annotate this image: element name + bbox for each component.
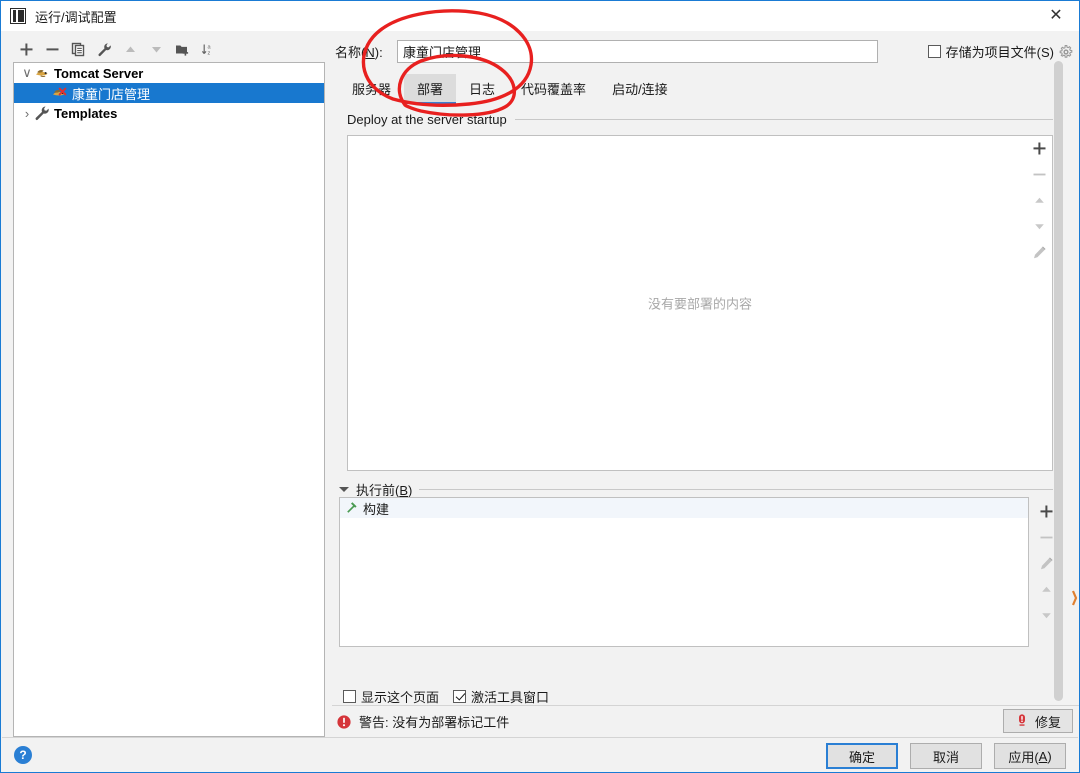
configurations-tree[interactable]: ∨ Tomcat Server 康童门店管理 › Templates: [13, 62, 325, 737]
fix-button[interactable]: 修复: [1002, 709, 1073, 733]
arrow-down-icon: [1034, 223, 1044, 229]
intellij-idea-icon: [10, 8, 26, 24]
deploy-edit-button[interactable]: [1026, 239, 1052, 265]
deploy-group-title: Deploy at the server startup: [347, 111, 507, 127]
tab-startup-connection[interactable]: 启动/连接: [599, 74, 681, 102]
chevron-right-icon[interactable]: ›: [20, 106, 34, 121]
folder-add-icon: [175, 45, 188, 56]
tomcat-icon: [34, 65, 50, 81]
store-as-project-file-label: 存储为项目文件(S): [945, 45, 1054, 60]
divider: [514, 118, 1053, 120]
copy-configuration-button[interactable]: [65, 37, 91, 61]
show-this-page-option[interactable]: 显示这个页面: [343, 687, 439, 706]
sort-configurations-button[interactable]: a z: [195, 37, 221, 61]
tree-node-templates[interactable]: › Templates: [14, 103, 324, 123]
move-down-button[interactable]: [143, 37, 169, 61]
activate-tool-window-label: 激活工具窗口: [471, 690, 550, 705]
deploy-group-header: Deploy at the server startup: [347, 111, 1053, 127]
tab-code-coverage[interactable]: 代码覆盖率: [508, 74, 599, 102]
divider: [419, 489, 1053, 490]
pencil-icon: [1040, 556, 1053, 569]
ok-button[interactable]: 确定: [826, 743, 898, 769]
activate-tool-window-checkbox[interactable]: [453, 690, 467, 703]
chevron-down-icon[interactable]: [339, 487, 349, 492]
arrow-up-icon: [125, 46, 135, 52]
bottom-options: 显示这个页面 激活工具窗口: [343, 687, 549, 706]
chevron-down-icon[interactable]: ∨: [20, 65, 34, 80]
minus-icon: [46, 47, 58, 50]
plus-icon: [1033, 142, 1045, 154]
store-as-project-file-option: 存储为项目文件(S): [927, 42, 1073, 61]
show-this-page-checkbox[interactable]: [343, 690, 356, 703]
close-icon[interactable]: ✕: [1033, 1, 1079, 31]
wrench-icon: [97, 42, 111, 56]
plus-icon: [1040, 505, 1052, 517]
move-up-button[interactable]: [117, 37, 143, 61]
edit-templates-button[interactable]: [91, 37, 117, 61]
deploy-empty-message: 没有要部署的内容: [647, 296, 752, 312]
arrow-up-icon: [1034, 197, 1044, 203]
title-bar: 运行/调试配置 ✕: [1, 1, 1079, 31]
error-exclamation-icon: [336, 714, 352, 730]
arrow-down-icon: [1041, 612, 1051, 618]
edge-artifact: [1071, 590, 1078, 606]
before-launch-task-list[interactable]: 构建: [339, 497, 1029, 647]
configuration-name-input[interactable]: [397, 39, 878, 63]
create-folder-button[interactable]: [169, 37, 195, 61]
svg-text:z: z: [207, 50, 210, 56]
help-icon[interactable]: ?: [14, 746, 32, 764]
build-hammer-icon: [345, 500, 359, 517]
minus-icon: [1033, 173, 1045, 175]
arrow-up-icon: [1041, 586, 1051, 592]
deploy-remove-button[interactable]: [1026, 161, 1052, 187]
tree-node-label: Templates: [54, 105, 118, 121]
tab-logs[interactable]: 日志: [456, 74, 508, 102]
gear-icon[interactable]: [1059, 44, 1073, 59]
add-configuration-button[interactable]: [13, 37, 39, 61]
remove-configuration-button[interactable]: [39, 37, 65, 61]
dialog-footer: ? 确定 取消 应用(A): [2, 737, 1078, 772]
run-debug-configurations-dialog: 运行/调试配置 ✕ a z ∨ Tomcat Server 康童门店管理 › T…: [0, 0, 1080, 773]
cancel-button[interactable]: 取消: [910, 743, 982, 769]
sort-az-icon: a z: [201, 44, 211, 56]
arrow-down-icon: [151, 46, 161, 52]
task-row[interactable]: 构建: [340, 498, 1028, 518]
pencil-icon: [1033, 245, 1046, 258]
apply-button[interactable]: 应用(A): [994, 743, 1066, 769]
tree-node-label: Tomcat Server: [54, 65, 144, 81]
plus-icon: [20, 43, 32, 55]
warning-bar: 警告: 没有为部署标记工件 修复: [332, 705, 1079, 737]
tomcat-error-icon: [52, 85, 68, 101]
minus-icon: [1040, 536, 1052, 538]
warning-message: 警告: 没有为部署标记工件: [359, 715, 510, 730]
deploy-artifacts-list[interactable]: 没有要部署的内容: [347, 135, 1053, 471]
tab-deployment[interactable]: 部署: [404, 74, 457, 104]
task-label: 构建: [363, 501, 390, 517]
name-label: 名称(N):: [335, 44, 383, 60]
deploy-move-up-button[interactable]: [1026, 187, 1052, 213]
deploy-move-down-button[interactable]: [1026, 213, 1052, 239]
window-title: 运行/调试配置: [35, 9, 117, 25]
editor-scrollbar[interactable]: [1053, 61, 1064, 701]
tab-server[interactable]: 服务器: [339, 74, 404, 102]
tree-node-label: 康童门店管理: [72, 86, 151, 102]
footer-button-group: 确定 取消 应用(A): [826, 743, 1066, 769]
tree-node-tomcat-server[interactable]: ∨ Tomcat Server: [14, 63, 324, 83]
tree-node-kangtong-store-management[interactable]: 康童门店管理: [14, 83, 324, 103]
scrollbar-thumb[interactable]: [1054, 61, 1063, 701]
activate-tool-window-option[interactable]: 激活工具窗口: [453, 687, 549, 706]
configurations-toolbar: a z: [13, 37, 225, 61]
configuration-editor-panel: 名称(N): 存储为项目文件(S) 服务器 部署 日志 代码覆盖率 启动/连接: [335, 32, 1079, 706]
wrench-icon: [34, 105, 50, 121]
fix-button-label: 修复: [1034, 714, 1061, 730]
error-exclamation-icon: [1015, 713, 1029, 730]
show-this-page-label: 显示这个页面: [361, 690, 440, 705]
copy-icon: [71, 42, 84, 56]
editor-tabs: 服务器 部署 日志 代码覆盖率 启动/连接: [339, 72, 681, 104]
deploy-side-toolbar: [1025, 135, 1053, 265]
deploy-add-button[interactable]: [1026, 135, 1052, 161]
store-as-project-file-checkbox[interactable]: [927, 45, 941, 58]
